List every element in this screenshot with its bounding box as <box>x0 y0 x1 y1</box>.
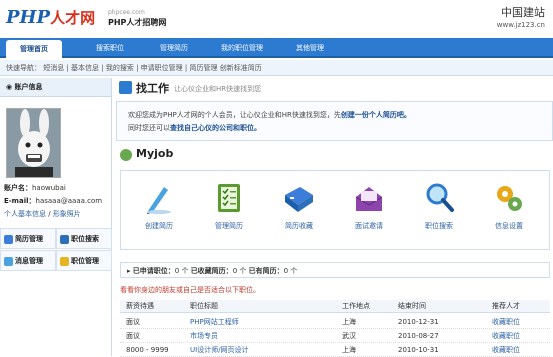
gears-icon <box>497 186 522 211</box>
job-title-link[interactable]: 市场专员 <box>190 330 218 343</box>
job-search-button[interactable]: 职位搜索 <box>56 228 112 249</box>
quick-link-basic-info[interactable]: 基本信息 <box>71 64 99 72</box>
quick-link-messages[interactable]: 短消息 <box>43 64 64 72</box>
find-company-link[interactable]: 查找自己心仪的公司和职位。 <box>170 124 261 132</box>
favorite-job-link[interactable]: 收藏职位 <box>492 316 520 329</box>
find-job-header: 找工作 让心仪企业和HR快速找到您 <box>116 78 553 98</box>
quick-link-my-search[interactable]: 我的搜索 <box>106 64 134 72</box>
tab-my-jobs[interactable]: 我的职位管理 <box>208 38 276 58</box>
job-table-header: 薪资待遇 职位标题 工作地点 结束时间 推荐人才 <box>120 300 550 313</box>
myjob-title: Myjob <box>136 147 174 160</box>
account-sidebar: ◉ 账户信息 账户名：haowubai E-mail：hasaaa@aaaa.c… <box>0 78 112 356</box>
profile-links: 个人基本信息 / 形象照片 <box>4 210 81 218</box>
checklist-icon <box>218 184 240 212</box>
job-title-link[interactable]: PHP网站工程师 <box>190 316 239 329</box>
user-info: 账户名：haowubai E-mail：hasaaa@aaaa.com 个人基本… <box>4 182 112 221</box>
find-job-desc: 让心仪企业和HR快速找到您 <box>174 85 262 93</box>
recommend-notice: 看看你身边的朋友或自己是否适合以下职位。 <box>120 286 260 294</box>
quick-link-applications[interactable]: 申请职位管理 <box>141 64 183 72</box>
quick-link-resumes[interactable]: 简历管理 <box>189 64 217 72</box>
resume-favorites-item[interactable]: 简历收藏 <box>269 181 329 231</box>
create-resume-item[interactable]: 创建简历 <box>129 181 189 231</box>
job-search-item[interactable]: 职位搜索 <box>409 181 469 231</box>
quick-nav-label: 快速导航： <box>6 64 41 72</box>
search-icon <box>60 235 69 244</box>
interview-invite-item[interactable]: 面试邀请 <box>339 181 399 231</box>
tab-search-jobs[interactable]: 搜索职位 <box>82 38 138 58</box>
quick-link-new-resume[interactable]: 创新标准简历 <box>220 64 262 72</box>
email-line: E-mail：hasaaa@aaaa.com <box>4 197 103 205</box>
favorite-job-link[interactable]: 收藏职位 <box>492 344 520 357</box>
folder-icon <box>60 257 69 266</box>
tab-manage-resume[interactable]: 管理简历 <box>146 38 202 58</box>
account-title: ◉ 账户信息 <box>0 78 111 97</box>
envelope-icon <box>355 187 383 211</box>
user-icon <box>120 149 132 161</box>
tab-other[interactable]: 其他管理 <box>284 38 336 58</box>
info-settings-item[interactable]: 信息设置 <box>479 181 539 231</box>
site-logo[interactable]: PHP人才网 <box>6 7 95 28</box>
tab-admin-home[interactable]: 管理首页 <box>6 40 62 58</box>
job-manage-button[interactable]: 职位管理 <box>56 250 112 271</box>
photo-link[interactable]: 形象照片 <box>53 210 81 218</box>
magnifier-icon <box>119 81 132 94</box>
myjob-grid: 创建简历 管理简历 简历收藏 面试邀请 职位搜索 信息设置 <box>120 170 550 250</box>
find-job-title: 找工作 <box>136 82 169 95</box>
favorite-job-link[interactable]: 收藏职位 <box>492 330 520 343</box>
avatar <box>6 108 61 178</box>
manage-resume-item[interactable]: 管理简历 <box>199 181 259 231</box>
resume-manage-button[interactable]: 简历管理 <box>0 228 56 249</box>
profile-link[interactable]: 个人基本信息 <box>4 210 46 218</box>
main-nav: 管理首页 搜索职位 管理简历 我的职位管理 其他管理 <box>0 38 553 58</box>
create-resume-link[interactable]: 创建一份个人简历吧。 <box>341 111 411 119</box>
magnifier-icon <box>426 183 454 212</box>
table-row: 8000 - 9999 UI设计师/网页设计 上海 2010-10-31 收藏职… <box>120 344 550 357</box>
site-header: PHP人才网 phpcee.com PHP人才招聘网 中国建站 www.jz12… <box>0 0 553 38</box>
job-title-link[interactable]: UI设计师/网页设计 <box>190 344 249 357</box>
pen-icon <box>147 187 171 214</box>
welcome-box: 欢迎您成为PHP人才网的个人会员，让心仪企业和HR快速找到您，先创建一份个人简历… <box>116 101 553 141</box>
message-manage-button[interactable]: 消息管理 <box>0 250 56 271</box>
message-icon <box>4 257 13 266</box>
binder-icon <box>285 187 313 212</box>
table-row: 面议 市场专员 武汉 2010-08-27 收藏职位 <box>120 330 550 343</box>
username-line: 账户名：haowubai <box>4 184 66 192</box>
table-row: 面议 PHP网站工程师 上海 2010-12-31 收藏职位 <box>120 316 550 329</box>
resume-icon <box>4 235 13 244</box>
watermark: 中国建站 www.jz123.cn <box>496 6 545 29</box>
stats-bar: ▸ 已申请职位：0 个 已收藏简历：0 个 已有简历：0 个 <box>120 262 550 278</box>
quick-nav: 快速导航： 短消息 | 基本信息 | 我的搜索 | 申请职位管理 | 简历管理 … <box>0 60 553 76</box>
site-tagline: phpcee.com PHP人才招聘网 <box>108 9 167 27</box>
